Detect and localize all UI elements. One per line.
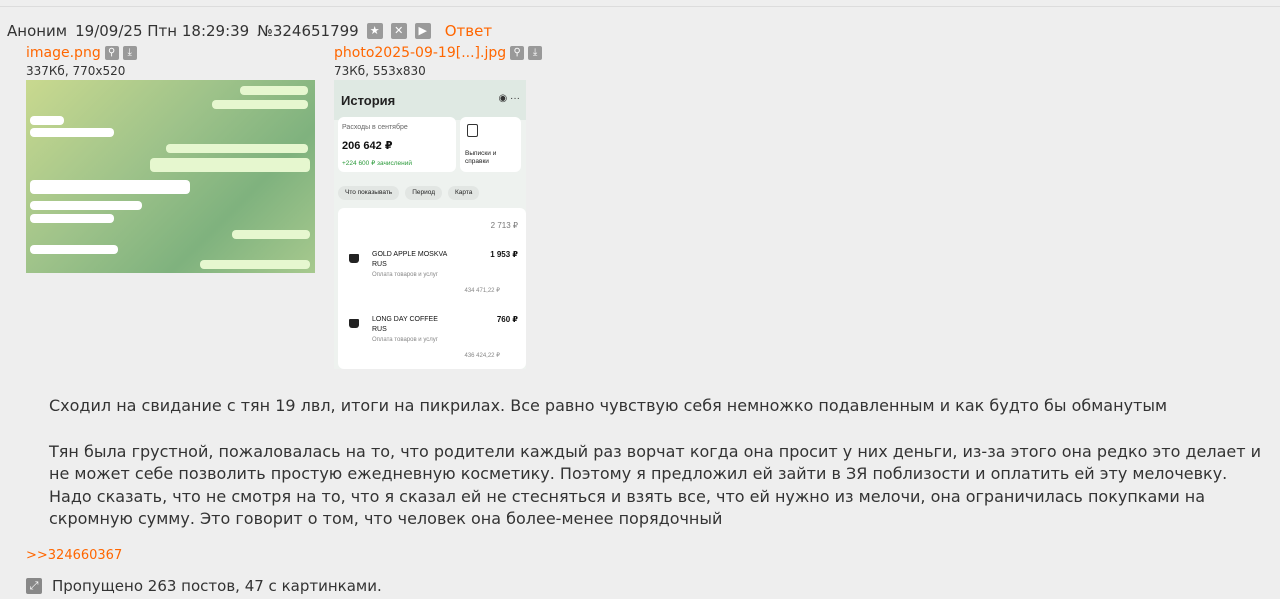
transaction-category: Оплата товаров и услуг [372, 272, 438, 278]
star-icon[interactable]: ★ [366, 23, 383, 39]
file-1-thumbnail[interactable] [26, 80, 315, 273]
file-1-name[interactable]: image.png [26, 45, 101, 61]
divider [0, 6, 1280, 7]
post-number[interactable]: №324651799 [257, 22, 359, 40]
chat-bubble [30, 201, 142, 210]
expand-icon[interactable]: ⤢ [26, 578, 42, 594]
transaction-balance: 434 471,22 ₽ [464, 288, 500, 294]
transaction-list: 2 713 ₽ GOLD APPLE MOSKVA RUS 1 953 ₽ Оп… [338, 208, 526, 369]
download-icon[interactable]: ⤓ [528, 46, 543, 60]
chat-bubble [30, 128, 114, 137]
chat-bubble [232, 230, 310, 239]
chat-bubble [200, 260, 310, 269]
filter-chip: Что показывать [338, 186, 400, 200]
filter-chips: Что показывать Период Карта [338, 186, 485, 200]
transaction-name: GOLD APPLE MOSKVA RUS [372, 251, 447, 268]
reply-reference-link[interactable]: >>324660367 [26, 548, 122, 563]
chat-bubble [240, 86, 308, 95]
file-2-name[interactable]: photo2025-09-19[...].jpg [334, 45, 506, 61]
post-date: 19/09/25 Птн 18:29:39 [75, 22, 250, 40]
file-1-info: 337Кб, 770x520 [26, 64, 126, 78]
statements-card: Выписки и справки [460, 117, 521, 172]
spend-amount: 206 642 ₽ [342, 140, 393, 152]
skipped-posts-label: Пропущено 263 постов, 47 с картинками. [52, 577, 382, 595]
chat-bubble [30, 214, 114, 223]
skipped-posts[interactable]: ⤢ Пропущено 263 постов, 47 с картинками. [26, 577, 382, 595]
search-icon[interactable]: ⚲ [510, 46, 525, 60]
chat-bubble [150, 158, 310, 172]
transaction-balance: 436 424,22 ₽ [464, 353, 500, 359]
post-author: Аноним [7, 22, 68, 40]
filter-chip: Карта [448, 186, 480, 200]
transaction-category: Оплата товаров и услуг [372, 337, 438, 343]
spend-label: Расходы в сентябре [342, 124, 408, 131]
chat-bubble [30, 245, 118, 254]
message-paragraph: Сходил на свидание с тян 19 лвл, итоги н… [49, 396, 1168, 415]
reply-button[interactable]: Ответ [445, 22, 492, 40]
post-header: Аноним 19/09/25 Птн 18:29:39 №324651799 … [7, 21, 500, 41]
shopping-bag-icon [349, 319, 359, 328]
transaction-amount: 1 953 ₽ [490, 250, 518, 259]
file-2: photo2025-09-19[...].jpg ⚲ ⤓ 73Кб, 553x8… [334, 45, 543, 78]
search-icon[interactable]: ⚲ [104, 46, 119, 60]
close-icon[interactable]: ✕ [390, 23, 407, 39]
play-icon[interactable]: ▶ [414, 23, 431, 39]
filter-chip: Период [405, 186, 443, 200]
eye-off-icon: ◉ ··· [498, 93, 521, 104]
post-message: Сходил на свидание с тян 19 лвл, итоги н… [49, 395, 1264, 554]
transaction-amount: 760 ₽ [496, 315, 518, 324]
file-2-info: 73Кб, 553x830 [334, 64, 426, 78]
file-1: image.png ⚲ ⤓ 337Кб, 770x520 [26, 45, 137, 78]
bank-app-title: История [341, 93, 396, 108]
chat-bubble [212, 100, 308, 109]
chat-bubble [30, 180, 190, 194]
file-2-thumbnail[interactable]: История ◉ ··· Расходы в сентябре 206 642… [334, 80, 526, 369]
credited-amount: +224 600 ₽ зачислений [342, 160, 413, 167]
day-total: 2 713 ₽ [490, 221, 518, 230]
transaction-name: LONG DAY COFFEE RUS [372, 316, 438, 333]
document-icon [467, 124, 478, 137]
spend-card: Расходы в сентябре 206 642 ₽ +224 600 ₽ … [338, 117, 456, 172]
message-paragraph: Тян была грустной, пожаловалась на то, ч… [49, 441, 1262, 529]
chat-bubble [30, 116, 64, 125]
statements-label: Выписки и справки [465, 150, 497, 165]
download-icon[interactable]: ⤓ [122, 46, 137, 60]
chat-bubble [166, 144, 308, 153]
shopping-bag-icon [349, 254, 359, 263]
post: Аноним 19/09/25 Птн 18:29:39 №324651799 … [0, 0, 1280, 599]
